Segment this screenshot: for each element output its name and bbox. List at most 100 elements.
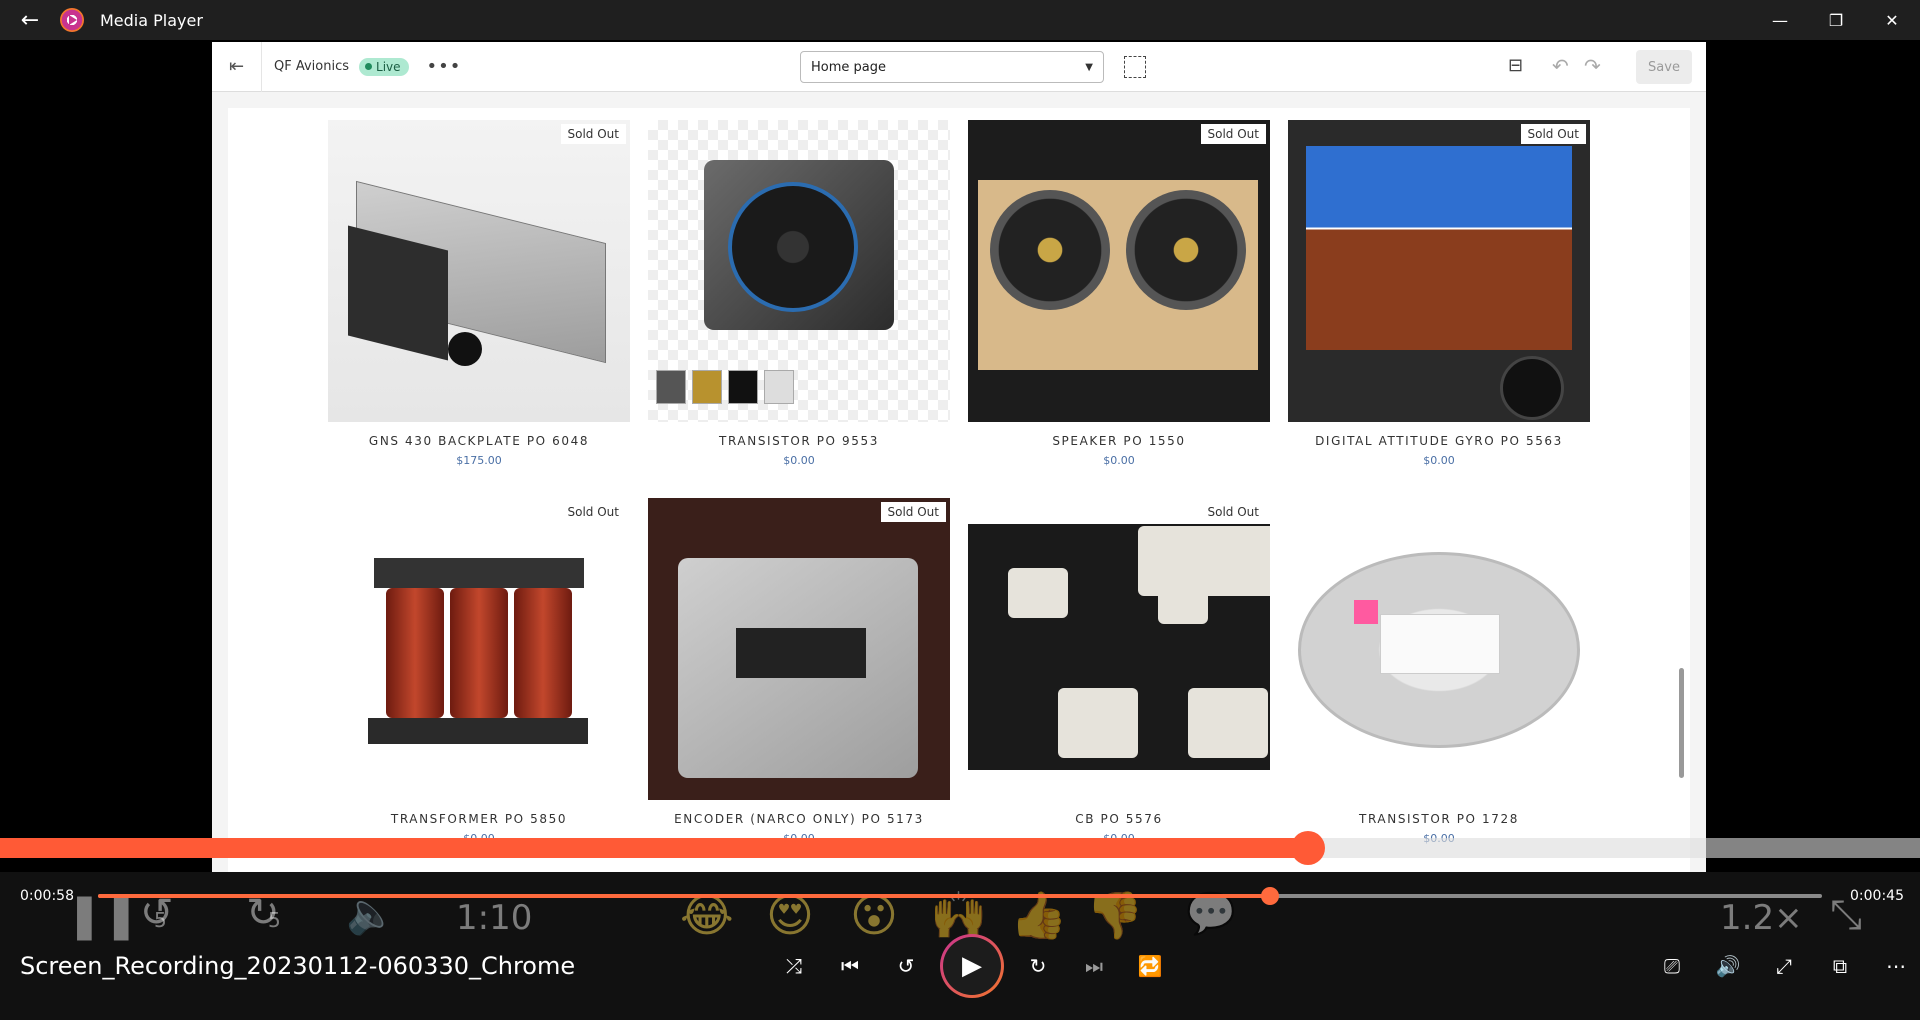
product-image: [1288, 498, 1590, 800]
subtitles-button[interactable]: ⎚: [1644, 938, 1700, 994]
more-icon: ⋯: [1886, 954, 1906, 978]
product-grid: Sold Out GNS 430 BACKPLATE PO 6048 $175.…: [228, 108, 1690, 872]
product-name: TRANSISTOR PO 9553: [719, 434, 879, 448]
mini-view-icon: ⧉: [1832, 954, 1848, 978]
subtitles-icon: ⎚: [1664, 954, 1680, 978]
fullscreen-button[interactable]: ⤢: [1756, 938, 1812, 994]
product-image: Sold Out: [328, 498, 630, 800]
forward-30-button[interactable]: ↻: [1010, 938, 1066, 994]
title-bar: ← Media Player — ❐ ✕: [0, 0, 1920, 40]
video-progress-bar[interactable]: [0, 831, 1920, 865]
play-button[interactable]: ▶: [940, 934, 1004, 998]
rewind-10-icon: ↺: [897, 954, 915, 978]
product-name: ENCODER (NARCO ONLY) PO 5173: [674, 812, 924, 826]
video-progress-thumb[interactable]: [1290, 831, 1325, 865]
product-card: Sold Out GNS 430 BACKPLATE PO 6048 $175.…: [328, 120, 630, 467]
product-name: SPEAKER PO 1550: [1052, 434, 1186, 448]
window-title: Media Player: [100, 10, 203, 30]
minimize-button[interactable]: —: [1752, 0, 1808, 40]
previous-button[interactable]: ⏮: [822, 938, 878, 994]
product-card: TRANSISTOR PO 9553 $0.00: [648, 120, 950, 467]
more-options-icon: •••: [426, 56, 462, 77]
product-name: TRANSISTOR PO 1728: [1359, 812, 1519, 826]
product-price: $175.00: [456, 454, 502, 467]
ghost-time: 1:10: [456, 898, 533, 938]
inspector-select-icon: [1124, 56, 1146, 78]
next-button[interactable]: ⏭: [1066, 938, 1122, 994]
product-card: Sold Out TRANSFORMER PO 5850 $0.00: [328, 498, 630, 845]
sold-out-badge: Sold Out: [1200, 124, 1266, 144]
seek-bar-thumb[interactable]: [1261, 887, 1280, 905]
live-dot-icon: [365, 63, 373, 70]
product-name: TRANSFORMER PO 5850: [390, 812, 568, 826]
player-controls: ❚❚ ↺ 5 ↻ 5 🔈 1:10 😂 😍 😮 🙌 👍 👎 💬 1.2× ⤡ 0…: [0, 872, 1920, 1020]
product-card: Sold Out DIGITAL ATTITUDE GYRO PO 5563 $…: [1288, 120, 1590, 467]
more-button[interactable]: ⋯: [1868, 938, 1920, 994]
video-progress-fill: [0, 838, 1308, 858]
shuffle-icon: ⤮: [786, 954, 802, 978]
media-player-logo-icon: [60, 8, 84, 32]
product-image: Sold Out: [968, 498, 1270, 800]
product-image: Sold Out: [968, 120, 1270, 422]
volume-button[interactable]: 🔊: [1700, 938, 1756, 994]
previous-icon: ⏮: [841, 954, 859, 978]
page-selector: Home page ▼: [800, 51, 1104, 83]
arrow-left-icon: ←: [20, 7, 40, 33]
rewind-10-button[interactable]: ↺: [878, 938, 934, 994]
chevron-down-icon: ▼: [1085, 61, 1093, 73]
next-icon: ⏭: [1085, 954, 1103, 978]
repeat-off-icon: 🔁: [1137, 954, 1163, 978]
close-button[interactable]: ✕: [1864, 0, 1920, 40]
product-card: Sold Out CB PO 5576 $0.00: [968, 498, 1270, 845]
minimize-icon: —: [1772, 10, 1788, 30]
product-price: $0.00: [1103, 454, 1135, 467]
live-status-text: Live: [376, 59, 401, 74]
fullscreen-icon: ⤢: [1776, 954, 1792, 978]
shuffle-button[interactable]: ⤮: [766, 938, 822, 994]
view-controls: ⎚ 🔊 ⤢ ⧉ ⋯: [1644, 936, 1920, 996]
current-time: 0:00:58: [20, 888, 74, 904]
product-image: Sold Out: [328, 120, 630, 422]
page-scrollbar: [1679, 668, 1684, 778]
product-price: $0.00: [783, 454, 815, 467]
product-image: [648, 120, 950, 422]
window-controls: — ❐ ✕: [1752, 0, 1920, 40]
product-name: CB PO 5576: [1075, 812, 1163, 826]
save-button: Save: [1636, 50, 1692, 84]
ghost-speed: 1.2×: [1720, 898, 1803, 938]
repeat-button[interactable]: 🔁: [1122, 938, 1178, 994]
product-price: $0.00: [1423, 454, 1455, 467]
sold-out-badge: Sold Out: [1200, 502, 1266, 522]
seek-bar[interactable]: [98, 887, 1822, 905]
layout-icon: ⊟: [1508, 55, 1524, 76]
back-button[interactable]: ←: [0, 0, 60, 40]
playback-controls: ⤮ ⏮ ↺ ▶ ↻ ⏭ 🔁: [766, 934, 1178, 998]
product-name: DIGITAL ATTITUDE GYRO PO 5563: [1315, 434, 1563, 448]
exit-editor-icon: ⇤: [212, 42, 262, 92]
seek-bar-fill: [98, 894, 1271, 898]
product-card: TRANSISTOR PO 1728 $0.00: [1288, 498, 1590, 845]
restore-button[interactable]: ❐: [1808, 0, 1864, 40]
remaining-time: 0:00:45: [1850, 888, 1904, 904]
video-frame[interactable]: ⇤ QF Avionics Live ••• Home page ▼ ⊟ ↶ ↷…: [212, 42, 1706, 872]
product-image: Sold Out: [648, 498, 950, 800]
live-status-badge: Live: [359, 57, 409, 76]
page-selector-value: Home page: [811, 59, 886, 75]
ghost-rewind-label: 5: [154, 908, 167, 932]
product-card: Sold Out ENCODER (NARCO ONLY) PO 5173 $0…: [648, 498, 950, 845]
mini-view-button[interactable]: ⧉: [1812, 938, 1868, 994]
restore-icon: ❐: [1828, 10, 1844, 30]
sold-out-badge: Sold Out: [880, 502, 946, 522]
sold-out-badge: Sold Out: [560, 124, 626, 144]
product-image: Sold Out: [1288, 120, 1590, 422]
redo-icon: ↷: [1584, 54, 1601, 78]
play-icon: ▶: [962, 951, 982, 981]
volume-icon: 🔊: [1715, 954, 1741, 978]
product-name: GNS 430 BACKPLATE PO 6048: [368, 434, 590, 448]
undo-icon: ↶: [1552, 54, 1569, 78]
sold-out-badge: Sold Out: [1520, 124, 1586, 144]
file-name: Screen_Recording_20230112-060330_Chrome: [20, 952, 576, 980]
close-icon: ✕: [1885, 10, 1899, 30]
forward-30-icon: ↻: [1029, 954, 1047, 978]
ghost-forward-label: 5: [268, 908, 281, 932]
